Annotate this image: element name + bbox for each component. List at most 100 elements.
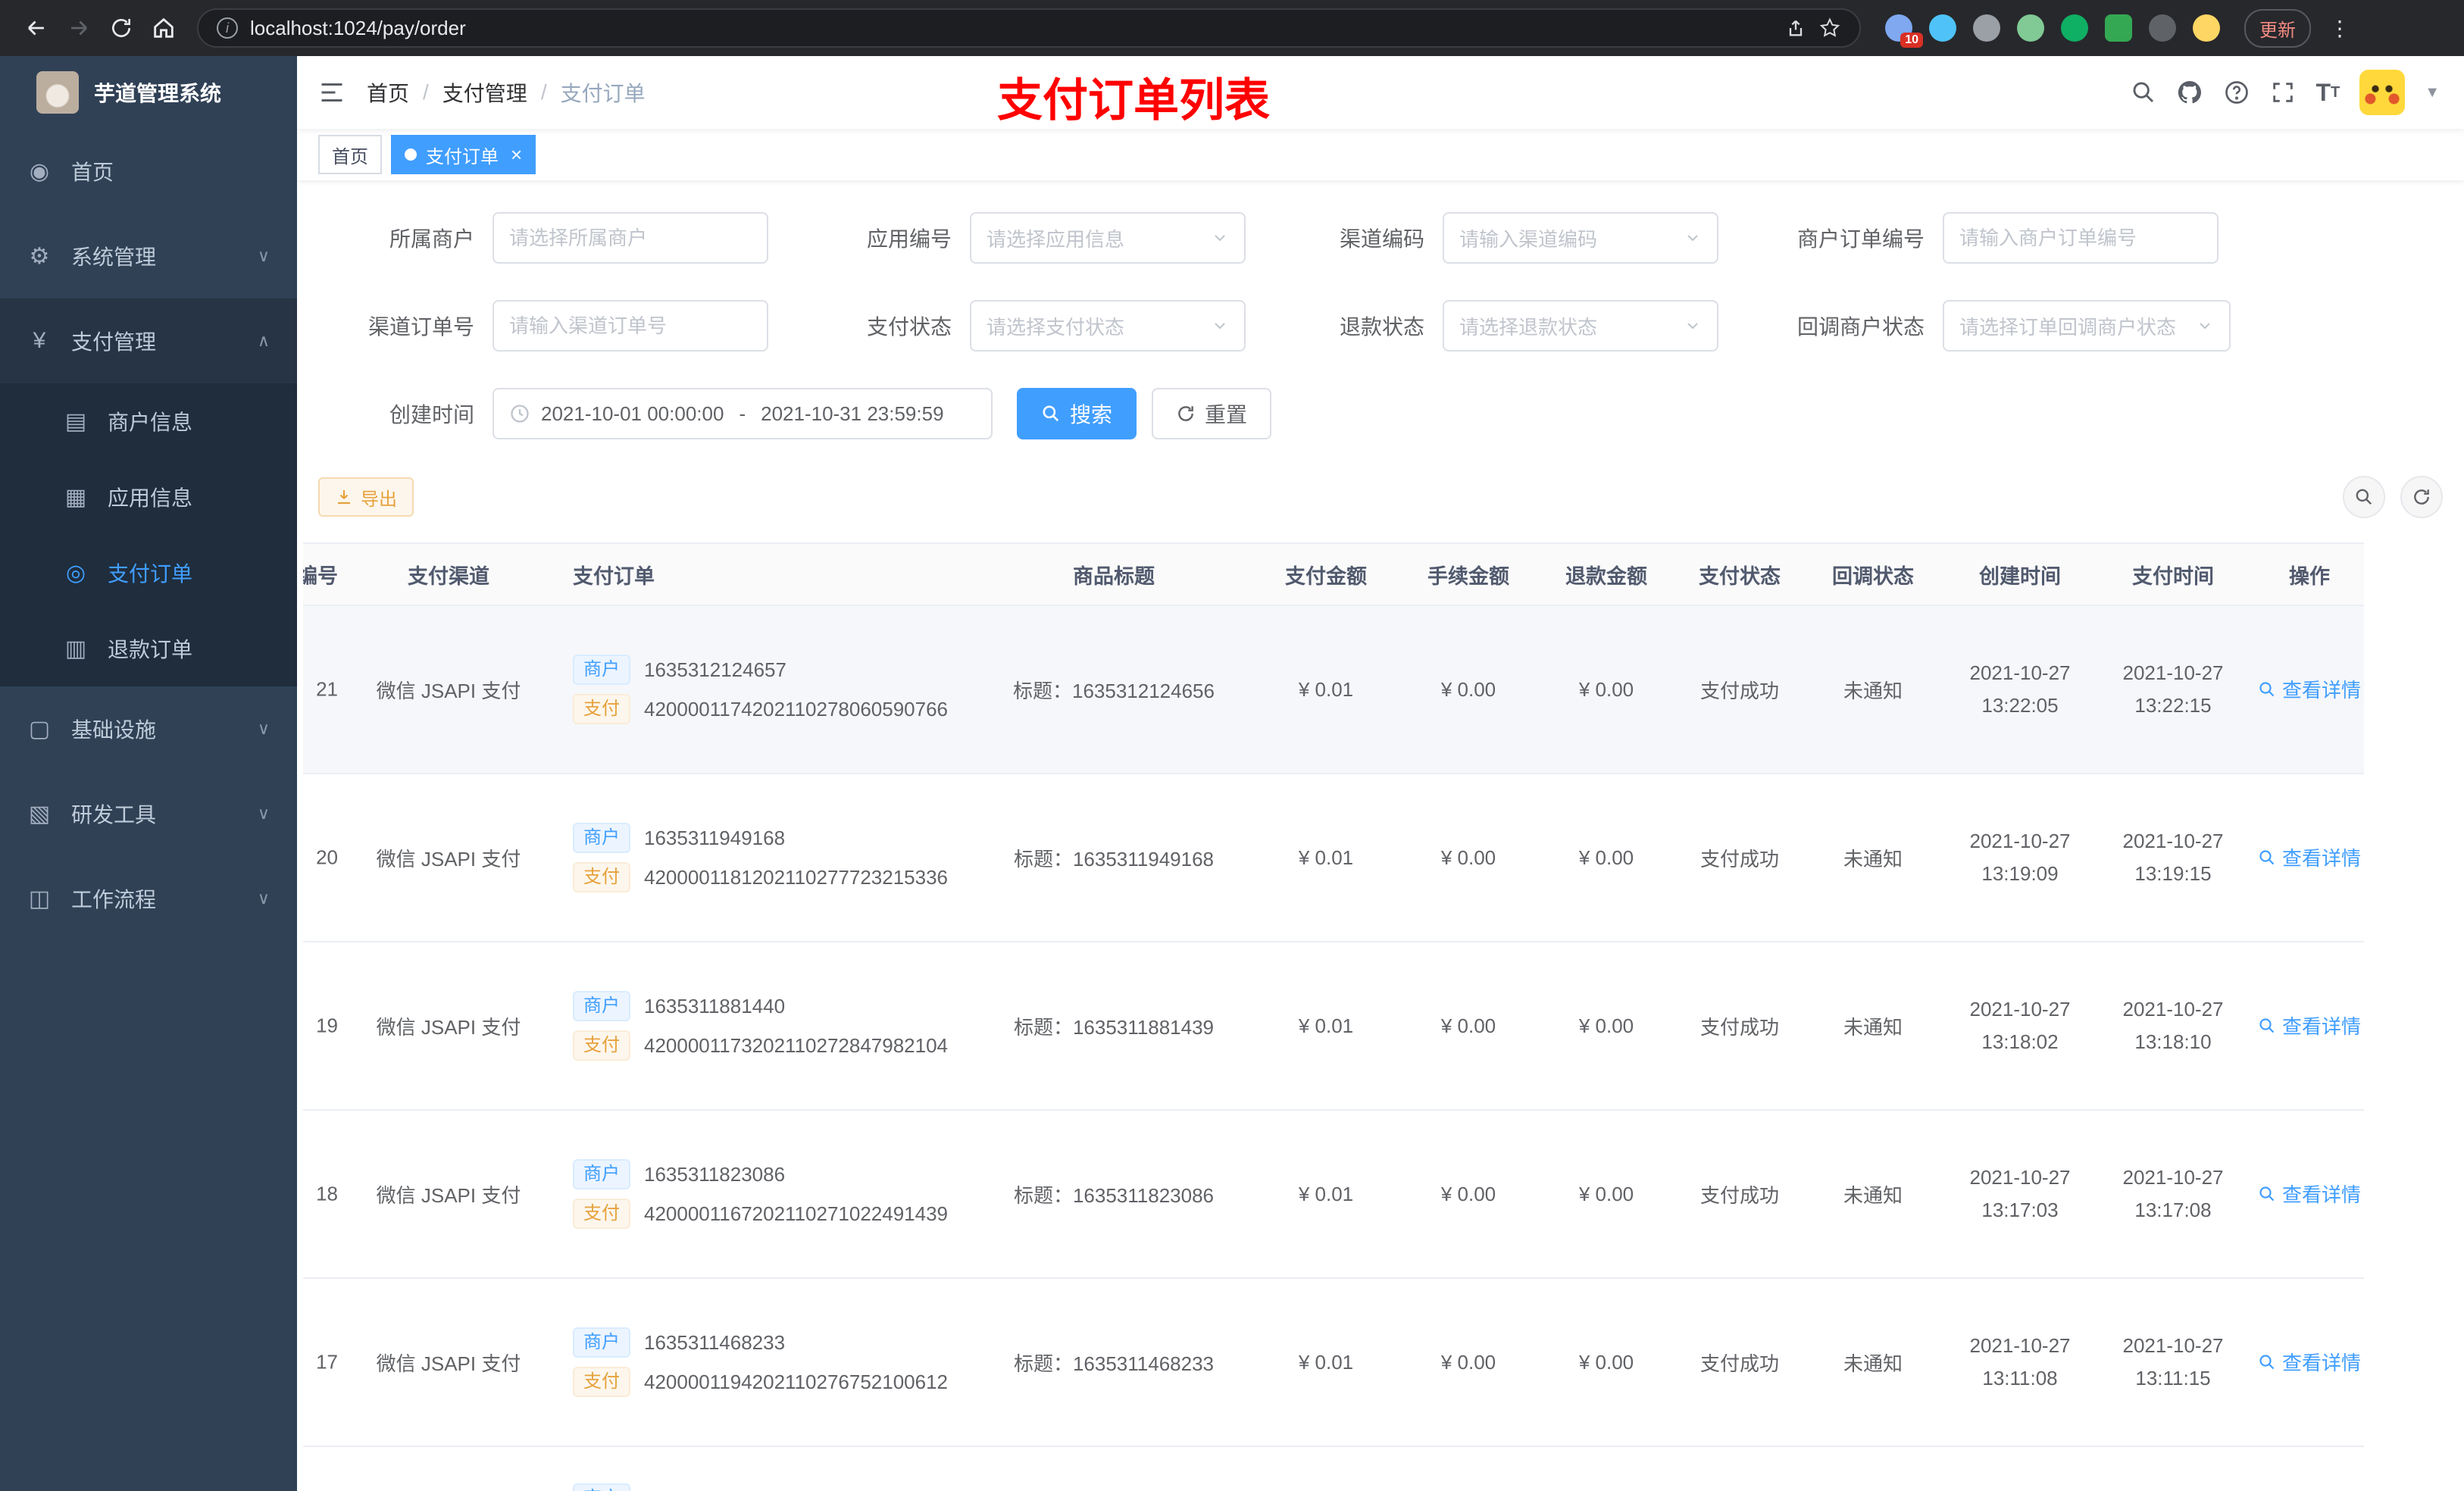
bookmark-star-icon[interactable] — [1818, 17, 1841, 39]
app-logo[interactable]: 芋道管理系统 — [0, 56, 297, 129]
drop-extension-icon[interactable] — [1929, 14, 1956, 42]
browser-home-button[interactable] — [142, 7, 185, 49]
pay-amount: ¥ 0.01 — [1255, 942, 1397, 1111]
pin-extension-icon[interactable] — [2149, 14, 2176, 42]
channel-order-no-input[interactable] — [492, 300, 768, 352]
view-detail-link[interactable]: 查看详情 — [2258, 1180, 2361, 1208]
user-menu-caret-icon[interactable]: ▼ — [2425, 84, 2440, 102]
hamburger-icon[interactable] — [318, 79, 346, 106]
check-extension-icon[interactable] — [2061, 14, 2088, 42]
app-title: 芋道管理系统 — [94, 82, 222, 105]
table-row: 20 微信 JSAPI 支付 商户 1635311949168 支付 4200001… — [303, 774, 2364, 942]
tab-pay-order[interactable]: 支付订单 × — [391, 135, 536, 174]
sidebar-item-pay[interactable]: ¥ 支付管理 ∧ — [0, 299, 297, 383]
sidebar-item-workflow[interactable]: ◫ 工作流程 ∨ — [0, 856, 297, 941]
col-pay-order: 支付订单 — [549, 542, 973, 606]
pay-amount: ¥ 0.01 — [1255, 1278, 1397, 1447]
notify-status-label: 回调商户状态 — [1796, 315, 1925, 339]
date-start: 2021-10-01 00:00:00 — [541, 402, 724, 425]
face-extension-icon[interactable] — [2193, 14, 2220, 42]
table-row: 21 微信 JSAPI 支付 商户 1635312124657 支付 4200001… — [303, 605, 2364, 774]
refund-amount: ¥ 0.00 — [1540, 774, 1673, 942]
tab-home[interactable]: 首页 — [318, 135, 382, 174]
browser-menu-icon[interactable]: ⋮ — [2323, 16, 2356, 41]
pay-badge: 支付 — [573, 1030, 630, 1061]
merchant-input[interactable] — [492, 212, 768, 264]
reset-button[interactable]: 重置 — [1152, 388, 1272, 439]
page-title-annotation: 支付订单列表 — [997, 75, 1270, 126]
pay-status: 支付成功 — [1673, 605, 1806, 774]
sidebar-item-home[interactable]: ◉ 首页 — [0, 129, 297, 214]
merchant-badge: 商户 — [573, 823, 630, 853]
table-row: 18 微信 JSAPI 支付 商户 1635311823086 支付 4200001… — [303, 1110, 2364, 1279]
merchant-order-no: 1635311823086 — [644, 1162, 786, 1186]
url-text: localhost:1024/pay/order — [250, 16, 466, 39]
gray-extension-icon[interactable] — [1973, 14, 2000, 42]
create-time-range[interactable]: 2021-10-01 00:00:00 - 2021-10-31 23:59:5… — [492, 388, 993, 439]
refund-amount: ¥ 0.00 — [1540, 1110, 1673, 1279]
sidebar-item-app-info[interactable]: ▦ 应用信息 — [0, 459, 297, 535]
refund-status-select[interactable]: 请选择退款状态 — [1443, 300, 1718, 352]
app-select[interactable]: 请选择应用信息 — [970, 212, 1246, 264]
share-icon[interactable] — [1785, 17, 1806, 39]
chevron-down-icon — [1211, 317, 1229, 335]
browser-reload-button[interactable] — [100, 7, 142, 49]
active-tab-dot — [405, 148, 417, 161]
notify-status: 未通知 — [1806, 605, 1940, 774]
merchant-badge: 商户 — [573, 991, 630, 1021]
sidebar-item-devtools[interactable]: ▧ 研发工具 ∨ — [0, 771, 297, 856]
font-size-icon[interactable]: TT — [2315, 79, 2340, 107]
show-search-icon[interactable] — [2343, 476, 2385, 518]
fullscreen-icon[interactable] — [2270, 80, 2296, 105]
sidebar-item-pay-order[interactable]: ◎ 支付订单 — [0, 535, 297, 611]
search-button[interactable]: 搜索 — [1017, 388, 1137, 439]
row-id: 19 — [316, 1014, 338, 1037]
search-icon[interactable] — [2131, 80, 2156, 105]
sidebar-item-label: 商户信息 — [108, 411, 193, 434]
table-header-row: 编号 支付渠道 支付订单 商品标题 支付金额 手续金额 退款金额 支付状态 回调… — [303, 542, 2364, 606]
breadcrumb-home[interactable]: 首页 — [367, 77, 409, 108]
refresh-icon[interactable] — [2400, 476, 2443, 518]
sidebar-item-merchant-info[interactable]: ▤ 商户信息 — [0, 383, 297, 459]
merchant-order-no-input[interactable] — [1943, 212, 2219, 264]
pay-badge: 支付 — [573, 694, 630, 724]
view-detail-link[interactable]: 查看详情 — [2258, 1011, 2361, 1039]
pay-status: 支付成功 — [1673, 1278, 1806, 1447]
channel-code-select[interactable]: 请输入渠道编码 — [1443, 212, 1718, 264]
site-info-icon[interactable]: i — [217, 17, 238, 39]
user-avatar[interactable] — [2359, 70, 2406, 115]
refund-amount: ¥ 0.00 — [1540, 942, 1673, 1111]
chevron-down-icon: ∨ — [257, 719, 270, 738]
github-icon[interactable] — [2176, 79, 2203, 106]
sidebar-item-label: 应用信息 — [108, 486, 193, 510]
address-bar[interactable]: i localhost:1024/pay/order — [197, 8, 1861, 48]
view-detail-link[interactable]: 查看详情 — [2258, 675, 2361, 703]
chevron-down-icon — [1684, 229, 1702, 247]
book-extension-icon[interactable] — [2105, 14, 2132, 42]
notify-status: 未通知 — [1806, 774, 1940, 942]
close-tab-icon[interactable]: × — [511, 145, 522, 164]
merchant-order-no: 1635312124657 — [644, 658, 786, 681]
export-button[interactable]: 导出 — [318, 477, 414, 517]
view-detail-link[interactable]: 查看详情 — [2258, 843, 2361, 871]
view-detail-link[interactable]: 查看详情 — [2258, 1348, 2361, 1376]
sidebar-item-infra[interactable]: ▢ 基础设施 ∨ — [0, 686, 297, 771]
breadcrumb-pay[interactable]: 支付管理 — [442, 77, 527, 108]
paid-time: 2021-10-27 13:11:15 — [2122, 1334, 2224, 1389]
browser-update-button[interactable]: 更新 — [2244, 8, 2311, 48]
browser-back-button[interactable] — [15, 7, 58, 49]
product-title: 标题：1635311949168 — [973, 774, 1255, 942]
puzzle-extension-icon[interactable]: 10 — [1885, 14, 1923, 48]
sidebar-item-system[interactable]: ⚙ 系统管理 ∨ — [0, 214, 297, 299]
notify-status-select[interactable]: 请选择订单回调商户状态 — [1943, 300, 2231, 352]
pay-status-select[interactable]: 请选择支付状态 — [970, 300, 1246, 352]
yen-icon: ¥ — [33, 328, 46, 353]
merchant-order-no-label: 商户订单编号 — [1796, 227, 1925, 251]
help-icon[interactable] — [2223, 79, 2250, 106]
merchant-badge: 商户 — [573, 1327, 630, 1358]
row-id: 20 — [316, 846, 338, 869]
created-time: 2021-10-27 13:17:03 — [1969, 1166, 2071, 1221]
green-extension-icon[interactable] — [2017, 14, 2044, 42]
browser-forward-button[interactable] — [58, 7, 100, 49]
sidebar-item-refund-order[interactable]: ▥ 退款订单 — [0, 611, 297, 686]
